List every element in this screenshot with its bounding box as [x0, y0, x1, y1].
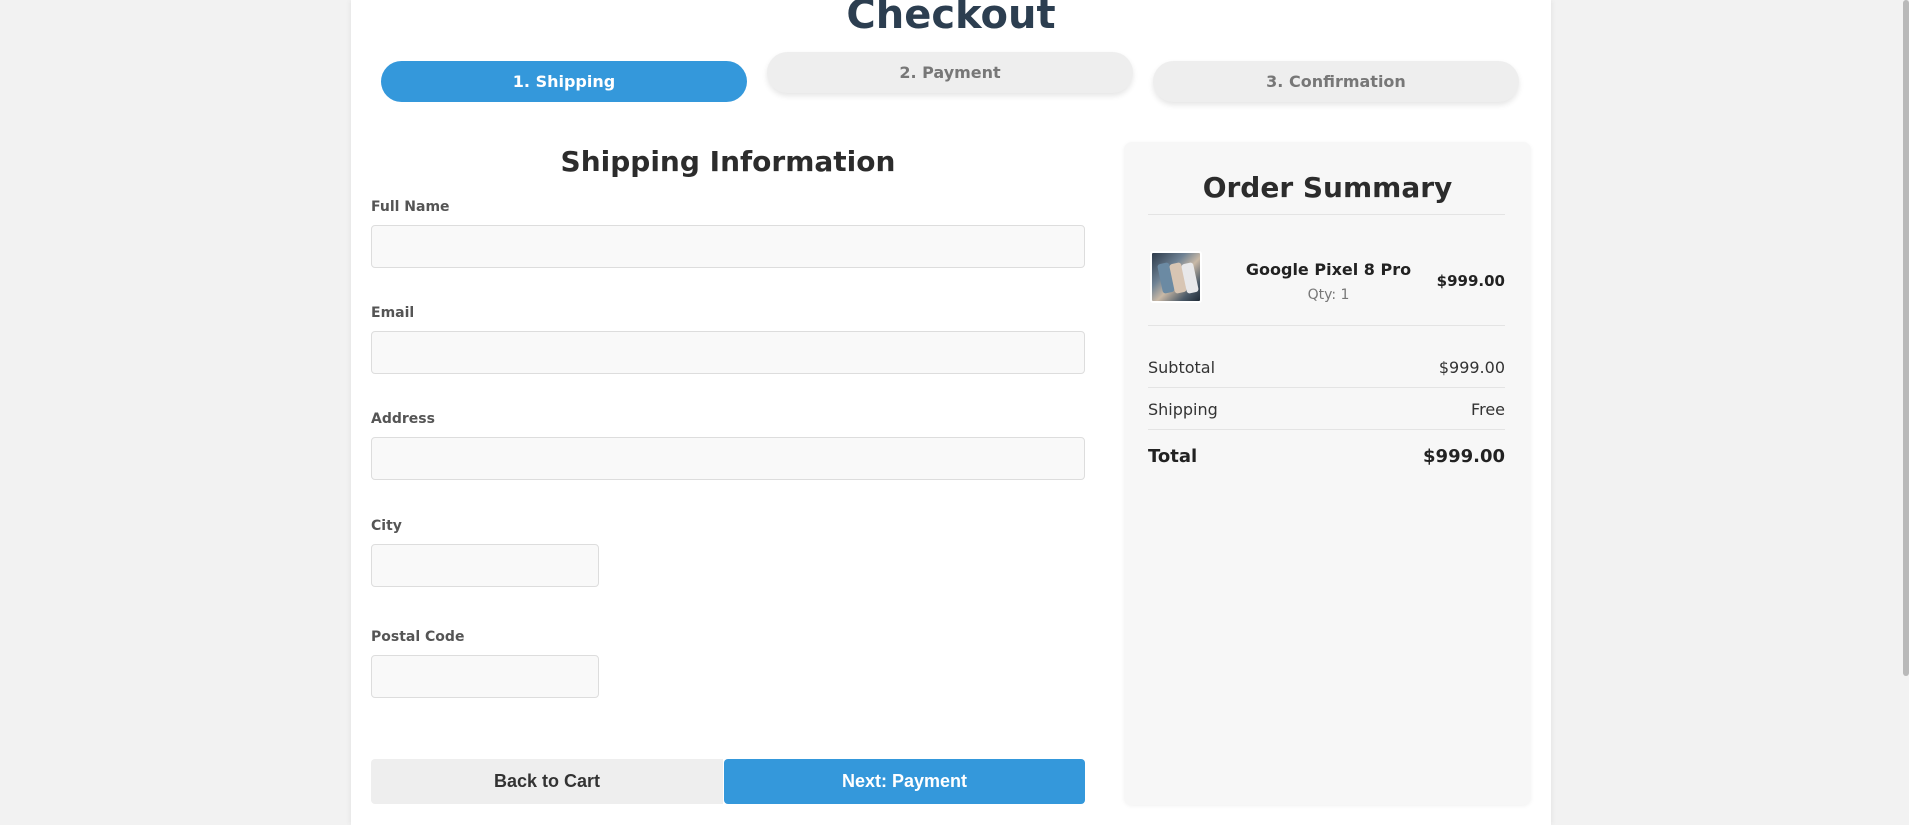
- back-to-cart-button[interactable]: Back to Cart: [371, 759, 723, 804]
- product-quantity: Qty: 1: [1307, 287, 1350, 303]
- summary-divider: [1148, 325, 1505, 326]
- city-label: City: [371, 518, 402, 534]
- shipping-cost-value: Free: [1471, 400, 1505, 419]
- email-field[interactable]: [371, 331, 1085, 374]
- address-field[interactable]: [371, 437, 1085, 480]
- address-label: Address: [371, 411, 435, 427]
- product-name: Google Pixel 8 Pro: [1245, 260, 1412, 279]
- full-name-field[interactable]: [371, 225, 1085, 268]
- shipping-title: Shipping Information: [560, 145, 896, 178]
- summary-divider: [1148, 387, 1505, 388]
- order-summary-panel: Order Summary Google Pixel 8 Pro Qty: 1 …: [1124, 142, 1531, 805]
- shipping-cost-label: Shipping: [1148, 400, 1218, 419]
- postal-code-label: Postal Code: [371, 629, 465, 645]
- email-label: Email: [371, 305, 415, 321]
- summary-divider: [1148, 429, 1505, 430]
- page-scrollbar[interactable]: [1903, 0, 1909, 825]
- checkout-page: Checkout 1. Shipping 2. Payment 3. Confi…: [351, 0, 1551, 825]
- product-price: $999.00: [1436, 272, 1505, 290]
- city-field[interactable]: [371, 544, 599, 587]
- summary-divider: [1148, 214, 1505, 215]
- step-shipping[interactable]: 1. Shipping: [381, 61, 747, 102]
- full-name-label: Full Name: [371, 199, 450, 215]
- postal-code-field[interactable]: [371, 655, 599, 698]
- step-payment[interactable]: 2. Payment: [767, 52, 1133, 93]
- order-summary-title: Order Summary: [1202, 171, 1453, 204]
- subtotal-label: Subtotal: [1148, 358, 1216, 377]
- page-title: Checkout: [846, 0, 1056, 38]
- product-thumbnail: [1150, 251, 1202, 303]
- subtotal-value: $999.00: [1438, 358, 1505, 377]
- next-payment-button[interactable]: Next: Payment: [724, 759, 1085, 804]
- step-confirmation[interactable]: 3. Confirmation: [1153, 61, 1519, 102]
- scrollbar-thumb[interactable]: [1903, 0, 1909, 676]
- total-label: Total: [1148, 446, 1198, 467]
- total-value: $999.00: [1423, 446, 1505, 467]
